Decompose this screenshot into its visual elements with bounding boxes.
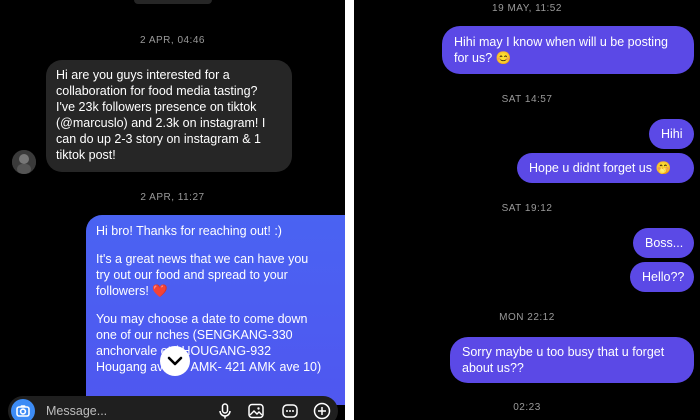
timestamp: SAT 14:57 (501, 94, 553, 105)
microphone-icon[interactable] (216, 402, 234, 420)
message-line: Hi are you guys interested for a (56, 68, 230, 82)
message-line: Boss... (645, 236, 684, 250)
image-icon[interactable] (247, 402, 265, 420)
message-line: for us? 😊 (454, 51, 512, 65)
timestamp: SAT 19:12 (501, 203, 553, 214)
message-line: (@marcuslo) and 2.3k on instagram! I (56, 116, 266, 130)
message-line: one of our nches (SENGKANG-330 (96, 328, 293, 342)
avatar-image (12, 150, 36, 174)
message-line: followers! ❤️ (96, 284, 168, 298)
incoming-message[interactable]: Hi are you guys interested for a collabo… (46, 60, 292, 172)
chat-panel-left: 2 APR, 04:46 Hi are you guys interested … (0, 0, 345, 420)
message-line: tiktok post! (56, 148, 116, 162)
outgoing-message[interactable]: Sorry maybe u too busy that u forget abo… (450, 337, 694, 383)
message-line: Hihi (661, 127, 683, 141)
chevron-down-icon (167, 356, 183, 366)
message-line: I've 23k followers presence on tiktok (56, 100, 257, 114)
chat-panel-right: 19 MAY, 11:52 Hihi may I know when will … (354, 0, 700, 420)
camera-button[interactable] (11, 399, 35, 420)
outgoing-message[interactable]: Boss... (633, 228, 694, 258)
outgoing-message[interactable]: Hope u didnt forget us 🤭 (517, 153, 694, 183)
timestamp: MON 22:12 (499, 312, 555, 323)
message-line: collaboration for food media tasting? (56, 84, 258, 98)
timestamp: 2 APR, 11:27 (140, 192, 205, 203)
scroll-to-bottom-button[interactable] (160, 346, 190, 376)
timestamp: 19 MAY, 11:52 (492, 3, 562, 14)
message-line: Hougang ave 9 / AMK- 421 AMK ave 10) (96, 360, 322, 374)
sticker-icon[interactable] (281, 402, 299, 420)
outgoing-message[interactable]: Hello?? (630, 262, 694, 292)
message-line: Hope u didnt forget us 🤭 (529, 161, 672, 175)
message-line: You may choose a date to come down (96, 312, 308, 326)
outgoing-message[interactable]: Hihi may I know when will u be posting f… (442, 26, 694, 74)
message-line: about us?? (462, 361, 524, 375)
message-line: anchorvale et / HOUGANG-932 (96, 344, 272, 358)
avatar[interactable] (12, 150, 36, 174)
timestamp: 2 APR, 04:46 (140, 35, 205, 46)
outgoing-message[interactable]: Hi bro! Thanks for reaching out! :) It's… (86, 215, 345, 405)
message-line: Hihi may I know when will u be posting (454, 35, 668, 49)
message-composer[interactable]: Message... (8, 396, 338, 420)
message-line: Sorry maybe u too busy that u forget (462, 345, 665, 359)
message-line: Hi bro! Thanks for reaching out! :) (96, 224, 282, 238)
add-icon[interactable] (313, 402, 331, 420)
message-input[interactable]: Message... (46, 404, 107, 418)
message-line: Hello?? (642, 270, 685, 284)
previous-message-edge (134, 0, 212, 4)
message-line: It's a great news that we can have you (96, 252, 309, 266)
message-line: try out our food and spread to your (96, 268, 288, 282)
camera-icon (16, 405, 30, 417)
timestamp: 02:23 (513, 402, 541, 413)
outgoing-message[interactable]: Hihi (649, 119, 694, 149)
message-line: can do up 2-3 story on instagram & 1 (56, 132, 261, 146)
